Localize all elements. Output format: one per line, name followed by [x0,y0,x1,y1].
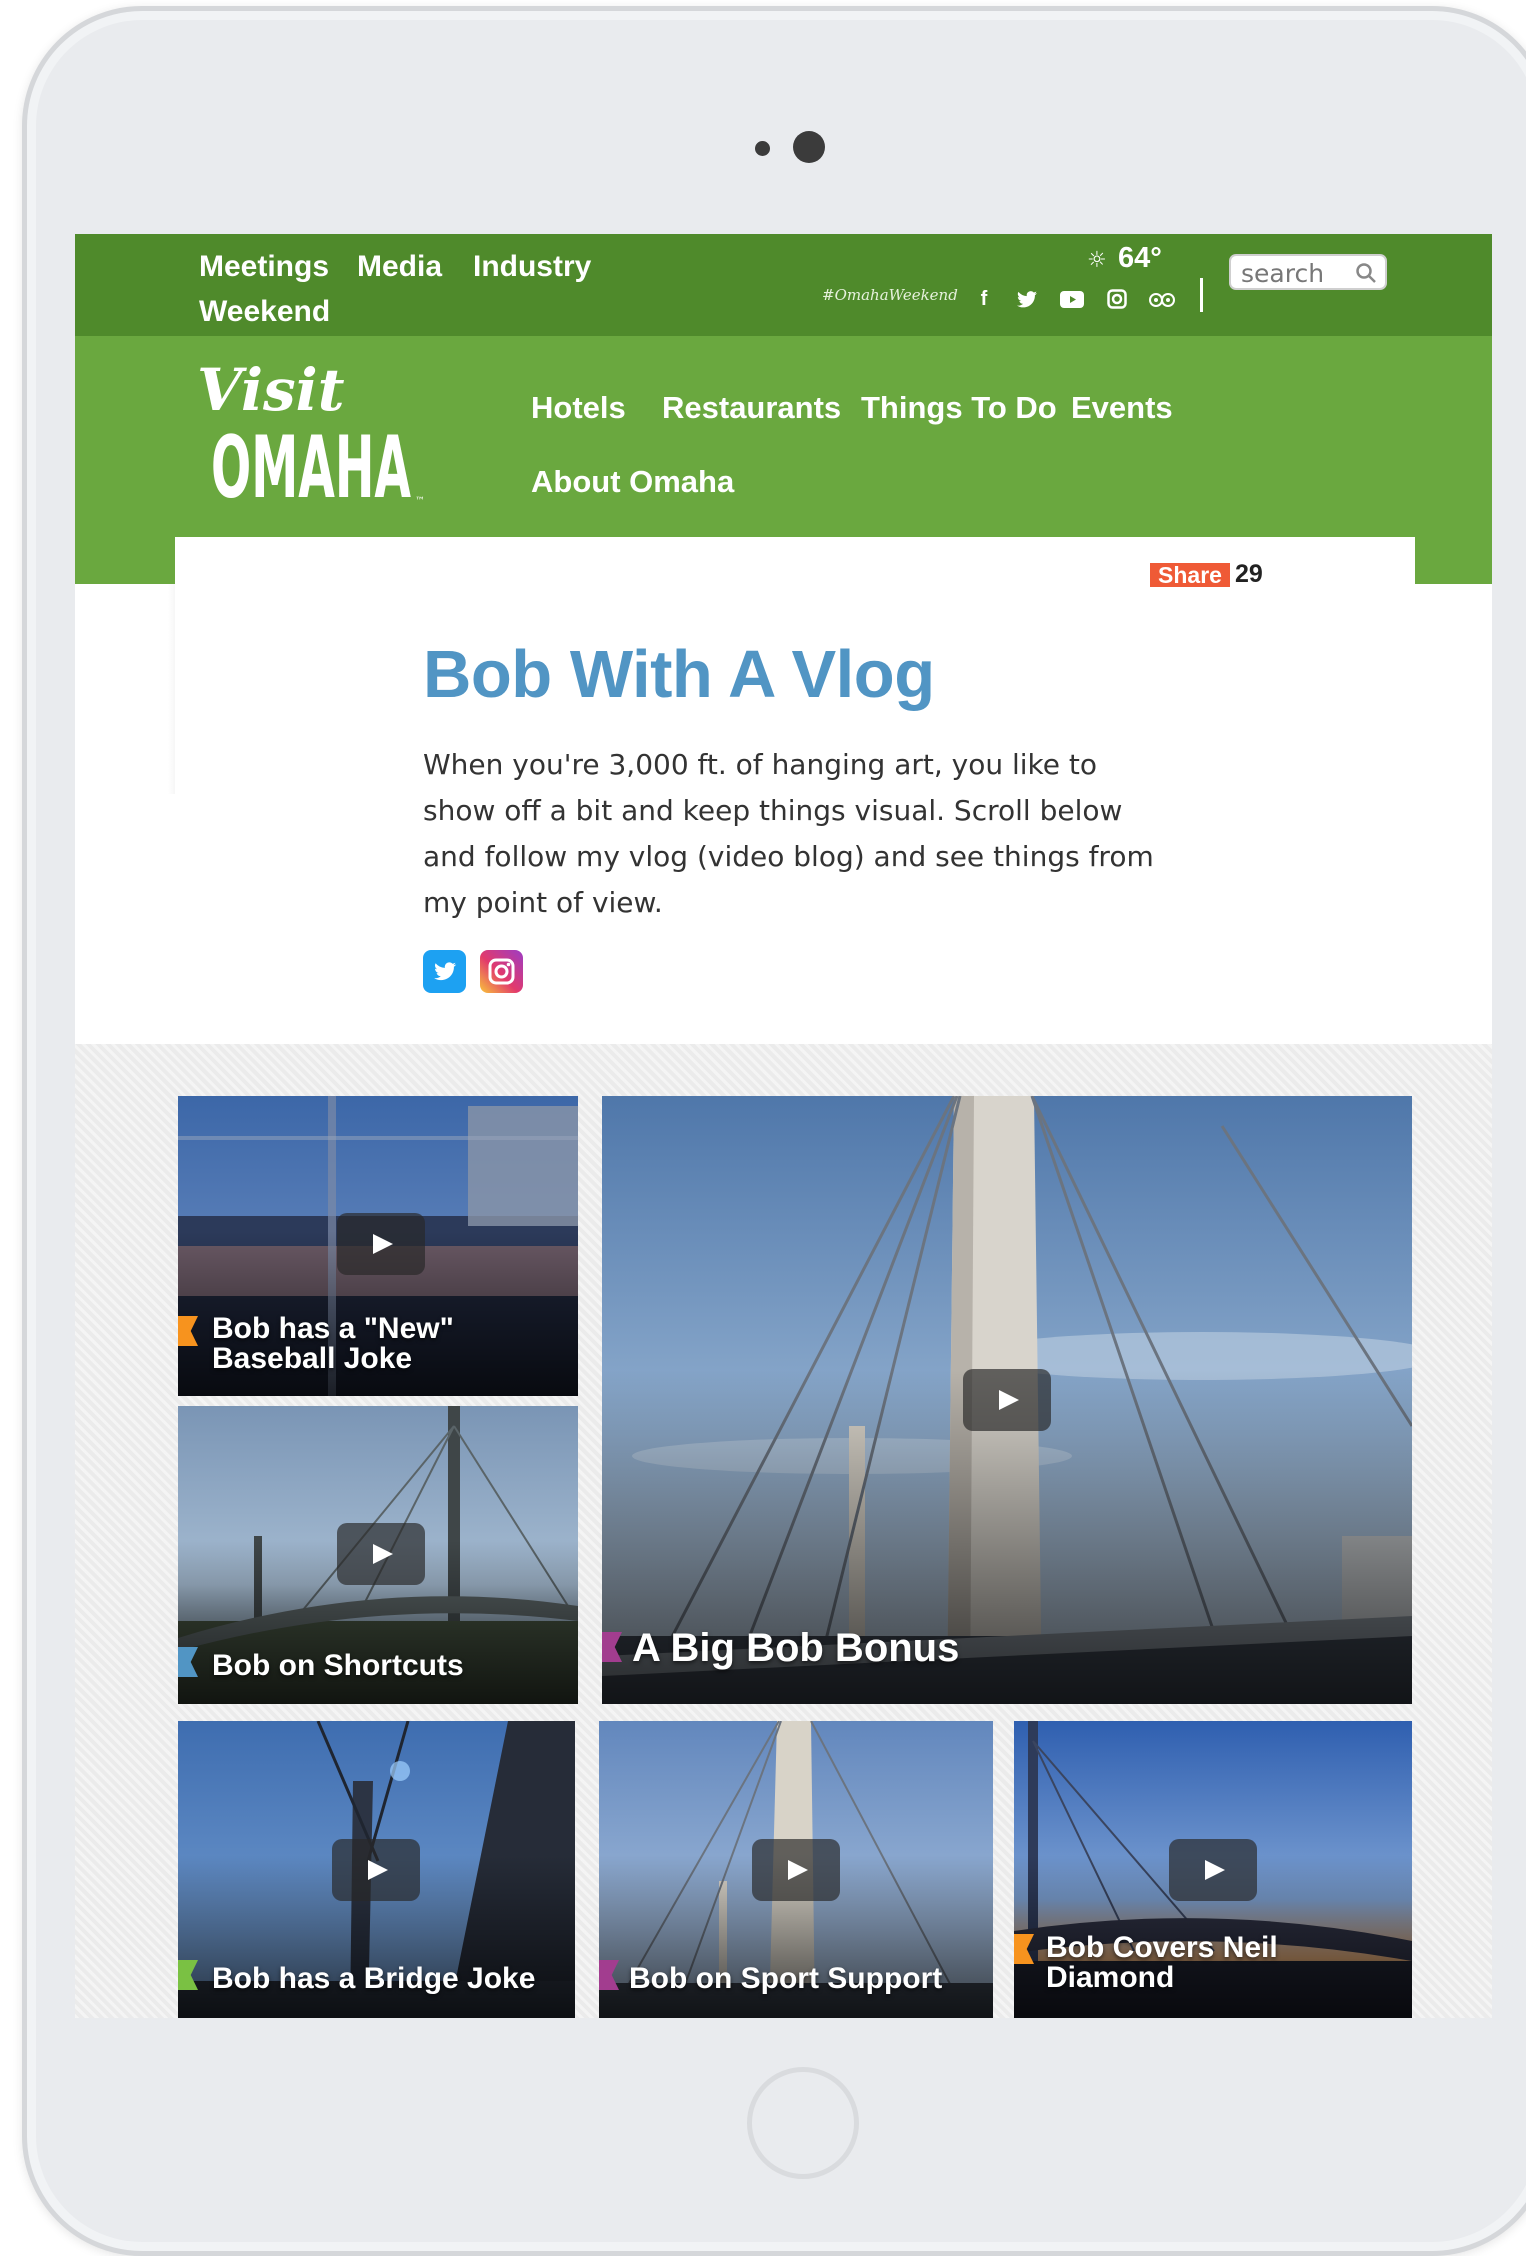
nav-item-restaurants[interactable]: Restaurants [662,390,841,426]
video-tile-sport-support[interactable]: Bob on Sport Support [599,1721,993,2018]
front-camera [793,131,825,163]
video-tile-bridge-joke[interactable]: Bob has a Bridge Joke [178,1721,575,2018]
play-icon[interactable] [752,1839,840,1901]
video-title: Bob on Sport Support [629,1962,943,1995]
instagram-icon[interactable] [480,950,523,993]
play-icon[interactable] [1169,1839,1257,1901]
utility-link-meetings[interactable]: Meetings [199,250,329,284]
weather-temperature: 64° [1118,242,1162,274]
home-button[interactable] [747,2067,859,2179]
utility-link-media[interactable]: Media [357,250,442,284]
video-title: Bob has a "New" Baseball Joke [212,1312,454,1375]
sun-icon: ☼ [1087,248,1107,273]
play-icon[interactable] [963,1369,1051,1431]
nav-item-hotels[interactable]: Hotels [531,390,626,426]
play-icon[interactable] [337,1213,425,1275]
browser-screen: Meetings Media Industry Weekend #OmahaWe… [75,234,1492,2018]
video-title: Bob Covers Neil Diamond [1046,1931,1278,1994]
video-tile-baseball-joke[interactable]: Bob has a "New" Baseball Joke [178,1096,578,1396]
tripadvisor-icon[interactable] [1147,286,1177,312]
camera-sensor [755,141,770,156]
divider [1200,278,1203,312]
visit-omaha-logo[interactable]: Visit OMAHA ™ [187,352,447,512]
video-tile-big-bob-bonus[interactable]: A Big Bob Bonus [602,1096,1412,1704]
video-title: Bob has a Bridge Joke [212,1962,536,1995]
video-title: Bob on Shortcuts [212,1649,464,1682]
facebook-icon[interactable]: f [969,286,999,312]
youtube-icon[interactable] [1057,286,1087,312]
nav-item-things-to-do[interactable]: Things To Do [861,390,1057,426]
play-icon[interactable] [337,1523,425,1585]
share-count: 29 [1235,560,1263,588]
nav-item-events[interactable]: Events [1071,390,1173,426]
instagram-icon[interactable] [1102,286,1132,312]
search-box [1229,254,1387,290]
utility-link-industry[interactable]: Industry [473,250,591,284]
utility-link-weekend[interactable]: Weekend [199,295,330,329]
logo-visit: Visit [197,356,345,424]
page-intro: When you're 3,000 ft. of hanging art, yo… [423,748,1154,919]
page-title: Bob With A Vlog [423,637,935,712]
share-button[interactable]: Share [1150,563,1230,587]
utility-bar: Meetings Media Industry Weekend #OmahaWe… [75,234,1492,336]
search-input[interactable] [1241,258,1351,288]
video-title: A Big Bob Bonus [632,1626,960,1670]
video-tile-shortcuts[interactable]: Bob on Shortcuts [178,1406,578,1704]
logo-tm: ™ [415,496,425,507]
play-icon[interactable] [332,1839,420,1901]
twitter-icon[interactable] [1012,286,1042,312]
hashtag-label[interactable]: #OmahaWeekend [822,286,958,304]
video-tile-neil-diamond[interactable]: Bob Covers Neil Diamond [1014,1721,1412,2018]
search-icon[interactable] [1356,263,1376,283]
twitter-icon[interactable] [423,950,466,993]
logo-omaha: OMAHA [211,418,411,512]
nav-item-about-omaha[interactable]: About Omaha [531,464,734,500]
